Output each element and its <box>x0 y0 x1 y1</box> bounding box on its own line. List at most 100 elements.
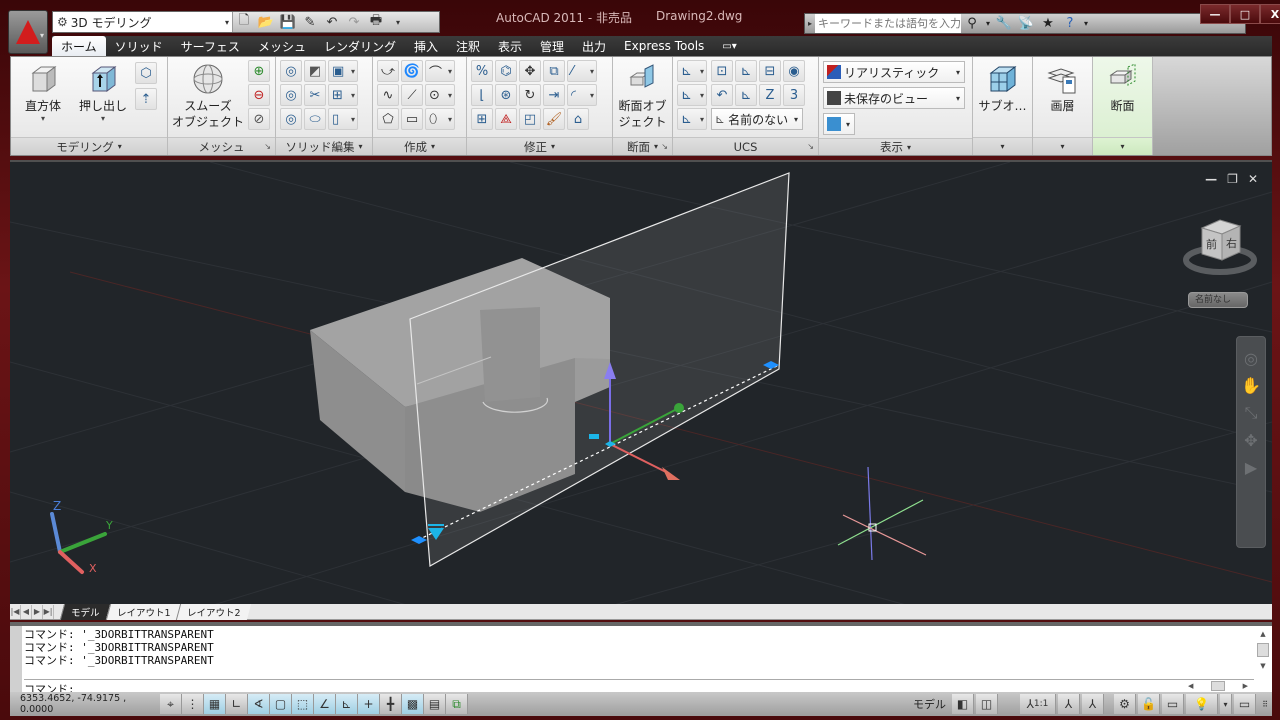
ucs-3point-icon[interactable]: 3 <box>783 84 805 106</box>
open-icon[interactable]: 📂 <box>255 12 277 32</box>
spline-icon[interactable]: ∿ <box>377 84 399 106</box>
ortho-mode-toggle[interactable]: ∟ <box>226 694 248 714</box>
presspull-icon[interactable]: ⇡ <box>135 88 157 110</box>
chevron-down-icon[interactable]: ▾ <box>983 19 993 28</box>
chevron-down-icon[interactable]: ▾ <box>1081 19 1091 28</box>
infer-constraints-toggle[interactable]: ⌖ <box>160 694 182 714</box>
layout-tab-layout1[interactable]: レイアウト1 <box>105 603 181 620</box>
status-menu-icon[interactable]: ▾ <box>1220 694 1232 714</box>
next-layout-button[interactable]: ▶ <box>32 604 43 619</box>
object-snap-tracking-toggle[interactable]: ∠ <box>314 694 336 714</box>
annotation-scale[interactable]: ⅄ 1:1 <box>1020 694 1056 714</box>
union-icon[interactable]: ◎ <box>280 60 302 82</box>
convert-icon[interactable]: ⌂ <box>567 108 589 130</box>
tab-mesh[interactable]: メッシュ <box>249 36 315 56</box>
maximize-button[interactable]: □ <box>1230 4 1260 24</box>
interfere-icon[interactable]: ◩ <box>304 60 326 82</box>
viewport-close-button[interactable]: ✕ <box>1248 172 1258 186</box>
panel-section-plane-expand[interactable]: ▾ <box>1093 137 1152 155</box>
viewcube[interactable]: 前 右 <box>1182 214 1258 278</box>
match-properties-icon[interactable]: 🖌 <box>543 108 565 130</box>
tab-solid[interactable]: ソリッド <box>106 36 172 56</box>
extract-edges-icon[interactable]: ▣ <box>328 60 358 82</box>
refine-mesh-icon[interactable]: ⊘ <box>248 108 270 130</box>
search-input[interactable] <box>815 14 961 33</box>
tab-surface[interactable]: サーフェス <box>172 36 249 56</box>
rotate-icon[interactable]: ↻ <box>519 84 541 106</box>
dynamic-ucs-toggle[interactable]: ⊾ <box>336 694 358 714</box>
transparency-toggle[interactable]: ▩ <box>402 694 424 714</box>
command-line-grip[interactable] <box>10 626 22 692</box>
resize-grip-icon[interactable]: ⠿ <box>1258 694 1272 714</box>
panel-draw-label[interactable]: 作成 ▾ <box>373 137 466 155</box>
last-layout-button[interactable]: ▶| <box>43 604 54 619</box>
customize-qat-icon[interactable]: ▾ <box>387 12 409 32</box>
3d-orbit-icon[interactable]: ⊛ <box>495 84 517 106</box>
new-icon[interactable]: 🗋 <box>233 12 255 32</box>
trim-icon[interactable]: ⁄ <box>567 60 597 82</box>
panel-layers-expand[interactable]: ▾ <box>1033 137 1092 155</box>
orbit-icon[interactable]: ✥ <box>1244 431 1257 450</box>
section-plane-button[interactable]: 断面オブ ジェクト <box>617 60 668 134</box>
extrude-faces-icon[interactable]: ⊞ <box>328 84 358 106</box>
tab-manage[interactable]: 管理 <box>531 36 573 56</box>
ucs-previous-icon[interactable]: ↶ <box>711 84 733 106</box>
lineweight-toggle[interactable]: ╋ <box>380 694 402 714</box>
layout-tab-layout2[interactable]: レイアウト2 <box>175 603 251 620</box>
expand-icon[interactable]: ▸ <box>805 19 815 28</box>
arc-icon[interactable]: ⌒ <box>425 60 455 82</box>
auto-scale-icon[interactable]: ⅄ <box>1082 694 1104 714</box>
circle-icon[interactable]: ⊙ <box>425 84 455 106</box>
scroll-down-icon[interactable]: ▼ <box>1260 662 1265 670</box>
prev-layout-button[interactable]: ◀ <box>21 604 32 619</box>
polar-tracking-toggle[interactable]: ∢ <box>248 694 270 714</box>
selection-cycling-toggle[interactable]: ⧉ <box>446 694 468 714</box>
tab-output[interactable]: 出力 <box>573 36 615 56</box>
steering-wheel-icon[interactable]: ◎ <box>1244 349 1258 368</box>
ucs-world-icon[interactable]: ⊾ <box>735 60 757 82</box>
section-button[interactable]: 断面 <box>1097 60 1148 134</box>
communication-center-icon[interactable]: 📡 <box>1015 16 1037 31</box>
panel-ucs-label[interactable]: UCS ↘ <box>673 137 818 155</box>
named-ucs-combo[interactable]: ⊾ 名前のない ▾ <box>711 108 803 130</box>
section-plane[interactable] <box>409 172 790 567</box>
subobject-button[interactable]: サブオ… <box>977 60 1028 134</box>
showmotion-icon[interactable]: ▶ <box>1245 458 1257 477</box>
move-icon[interactable]: ✥ <box>519 60 541 82</box>
save-icon[interactable]: 💾 <box>277 12 299 32</box>
rectangle-icon[interactable]: ▭ <box>401 108 423 130</box>
separate-icon[interactable]: ▯ <box>328 108 358 130</box>
ucs-object-icon[interactable]: ◉ <box>783 60 805 82</box>
help-icon[interactable]: ? <box>1059 16 1081 31</box>
viewport-restore-button[interactable]: ❐ <box>1227 172 1238 186</box>
scroll-thumb[interactable] <box>1211 681 1225 691</box>
zoom-icon[interactable]: ⤡ <box>1245 403 1258 423</box>
extrude-button[interactable]: 押し出し ▾ <box>75 60 131 134</box>
box-button[interactable]: 直方体 ▾ <box>15 60 71 134</box>
panel-subobject-expand[interactable]: ▾ <box>973 137 1032 155</box>
array-icon[interactable]: ⊞ <box>471 108 493 130</box>
isolate-objects-icon[interactable]: 💡 <box>1186 694 1218 714</box>
grid-display-toggle[interactable]: ▦ <box>204 694 226 714</box>
first-layout-button[interactable]: |◀ <box>10 604 21 619</box>
ellipse-icon[interactable]: ⬯ <box>425 108 455 130</box>
panel-modeling-label[interactable]: モデリング ▾ <box>11 137 167 155</box>
smooth-more-icon[interactable]: ⊕ <box>248 60 270 82</box>
quick-properties-toggle[interactable]: ▤ <box>424 694 446 714</box>
ucs-named-icon[interactable]: ⊡ <box>711 60 733 82</box>
quick-view-layouts-icon[interactable]: ◫ <box>976 694 998 714</box>
layout-tab-model[interactable]: モデル <box>59 603 110 620</box>
ucs-view-icon[interactable]: ⊟ <box>759 60 781 82</box>
copy-icon[interactable]: ⧉ <box>543 60 565 82</box>
model-space-label[interactable]: モデル <box>909 696 950 712</box>
tab-home[interactable]: ホーム <box>52 36 106 56</box>
ribbon-minimize-icon[interactable]: ▭▾ <box>713 36 745 56</box>
ucs-origin-icon[interactable]: ⊾ <box>735 84 757 106</box>
ucs-face-icon[interactable]: ⊾ <box>677 108 707 130</box>
plot-icon[interactable]: 🖶 <box>365 12 387 32</box>
ucs-z-axis-icon[interactable]: Z <box>759 84 781 106</box>
hardware-acceleration-icon[interactable]: ▭ <box>1162 694 1184 714</box>
ucs-icon[interactable]: ⊾ <box>677 60 707 82</box>
snap-mode-toggle[interactable]: ⋮ <box>182 694 204 714</box>
application-menu-button[interactable]: ▾ <box>8 10 48 54</box>
